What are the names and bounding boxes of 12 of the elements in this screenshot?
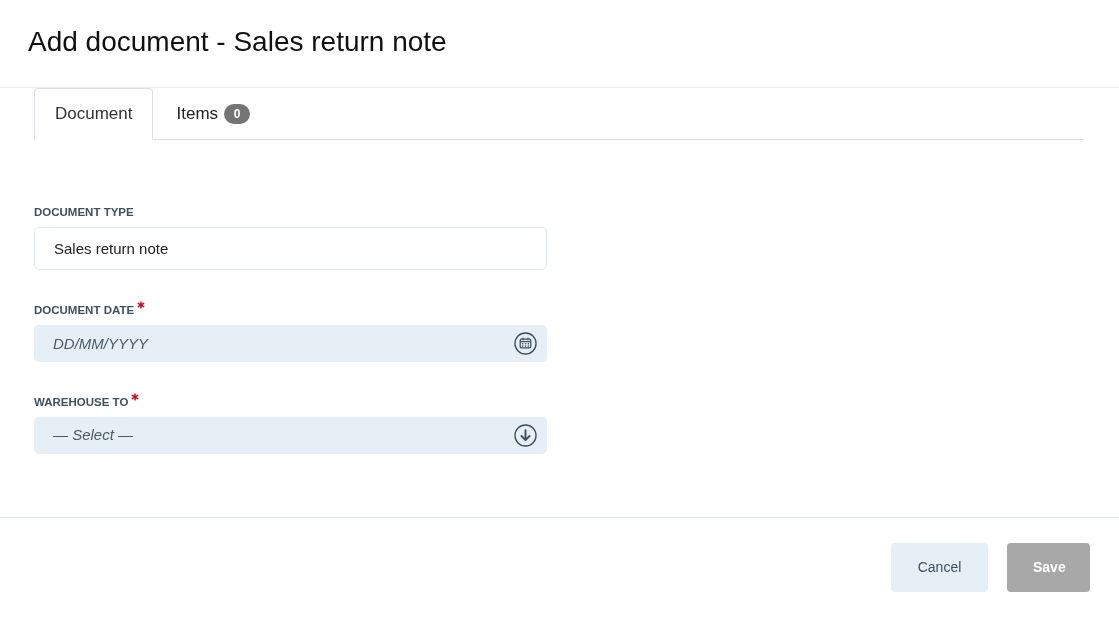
count-badge: 0	[224, 104, 251, 124]
text-field[interactable]: Sales return note	[34, 227, 547, 270]
cancel-button[interactable]: Cancel	[891, 543, 988, 592]
date-field[interactable]: DD/MM/YYYY	[34, 325, 547, 362]
field-label: DOCUMENT TYPE	[34, 205, 134, 220]
tab[interactable]: Items 0	[153, 88, 274, 140]
calendar-icon	[514, 332, 537, 355]
tab[interactable]: Document	[34, 88, 154, 140]
field-label: WAREHOUSE TO	[34, 395, 129, 410]
select-field[interactable]: — Select —	[34, 417, 547, 454]
dialog-title: Add document - Sales return note	[28, 24, 447, 59]
field-label: DOCUMENT DATE	[34, 303, 135, 318]
